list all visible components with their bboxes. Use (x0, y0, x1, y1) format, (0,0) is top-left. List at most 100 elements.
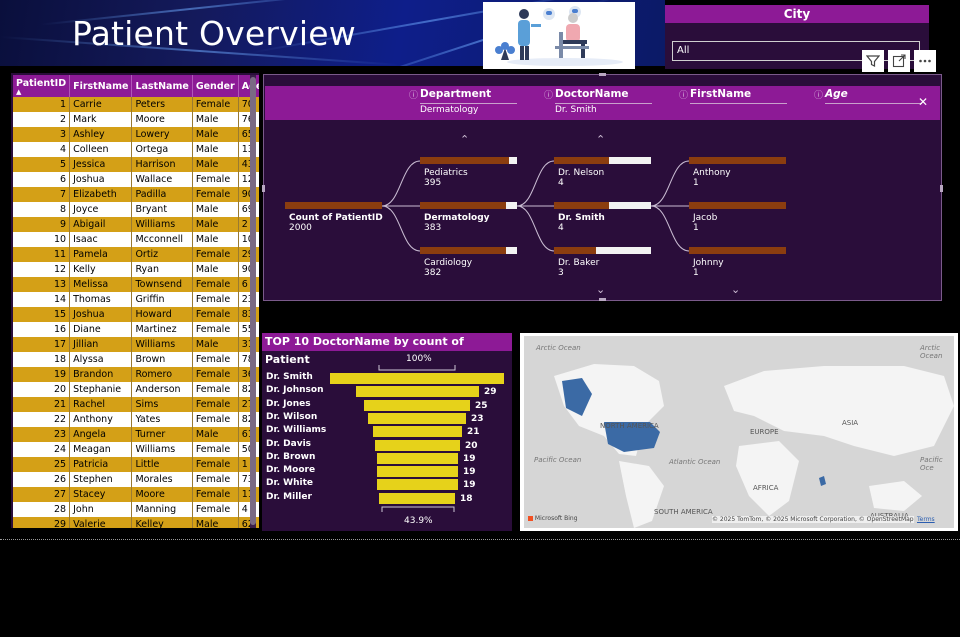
table-row[interactable]: 5 Jessica Harrison Male 43 (13, 157, 259, 172)
funnel-category-label: Dr. Williams (266, 425, 327, 435)
filter-icon[interactable] (862, 50, 884, 72)
table-cell-firstname: Rachel (69, 397, 133, 412)
decomp-department-bar-fill (420, 202, 506, 209)
funnel-bar[interactable] (330, 373, 504, 384)
funnel-category-label: Dr. Johnson (266, 385, 324, 395)
funnel-value-label: 25 (475, 401, 488, 411)
table-row[interactable]: 26 Stephen Morales Female 73 (13, 472, 259, 487)
table-row[interactable]: 8 Joyce Bryant Male 69 (13, 202, 259, 217)
map-continent-label: AFRICA (753, 484, 779, 492)
table-row[interactable]: 16 Diane Martinez Female 55 (13, 322, 259, 337)
funnel-bar[interactable] (364, 400, 470, 411)
table-scrollbar[interactable] (250, 75, 256, 528)
funnel-top-bracket (378, 365, 456, 371)
decomp-department-bar[interactable] (420, 247, 517, 254)
column-header-gender[interactable]: Gender (192, 75, 239, 97)
table-cell-gender: Female (192, 352, 239, 367)
decomp-department-bar[interactable] (420, 157, 517, 164)
table-row[interactable]: 23 Angela Turner Male 61 (13, 427, 259, 442)
decomp-doctor-bar[interactable] (554, 247, 651, 254)
table-row[interactable]: 13 Melissa Townsend Female 6 (13, 277, 259, 292)
table-cell-patientid: 18 (13, 352, 71, 367)
map-canvas[interactable]: Arctic Ocean Arctic Ocean Pacific Ocean … (524, 336, 954, 528)
decomp-doctor-label: Dr. Nelson 4 (558, 168, 604, 188)
patient-map[interactable]: Arctic Ocean Arctic Ocean Pacific Ocean … (520, 333, 958, 531)
table-cell-firstname: Elizabeth (69, 187, 133, 202)
table-row[interactable]: 12 Kelly Ryan Male 90 (13, 262, 259, 277)
decomp-firstname-bar[interactable] (689, 157, 786, 164)
table-row[interactable]: 7 Elizabeth Padilla Female 90 (13, 187, 259, 202)
column-header-patientid[interactable]: PatientID ▲ (13, 75, 71, 97)
table-cell-patientid: 23 (13, 427, 71, 442)
table-row[interactable]: 17 Jillian Williams Male 31 (13, 337, 259, 352)
city-dropdown-value: All (677, 45, 690, 56)
table-row[interactable]: 25 Patricia Little Female 1 (13, 457, 259, 472)
table-row[interactable]: 10 Isaac Mcconnell Male 10 (13, 232, 259, 247)
report-canvas: { "header": { "title": "Patient Overview… (0, 0, 960, 637)
table-row[interactable]: 19 Brandon Romero Female 36 (13, 367, 259, 382)
decomp-doctor-bar[interactable] (554, 157, 651, 164)
decomp-doctor-bar[interactable] (554, 202, 651, 209)
focus-mode-icon[interactable] (888, 50, 910, 72)
decomp-root-name: Count of PatientID (289, 213, 383, 223)
table-row[interactable]: 20 Stephanie Anderson Female 82 (13, 382, 259, 397)
table-row[interactable]: 9 Abigail Williams Male 2 (13, 217, 259, 232)
table-cell-firstname: Jessica (69, 157, 133, 172)
table-row[interactable]: 6 Joshua Wallace Female 12 (13, 172, 259, 187)
decomp-doctor-name: Dr. Smith (558, 213, 605, 223)
chart-title: TOP 10 DoctorName by count of Patient (262, 333, 512, 366)
funnel-bar[interactable] (379, 493, 455, 504)
table-cell-gender: Female (192, 367, 239, 382)
table-row[interactable]: 28 John Manning Female 4 (13, 502, 259, 517)
funnel-bar[interactable] (375, 440, 460, 451)
map-ocean-label: Pacific Ocean (534, 456, 582, 464)
decomp-department-bar[interactable] (420, 202, 517, 209)
table-row[interactable]: 4 Colleen Ortega Male 13 (13, 142, 259, 157)
scrollbar-thumb[interactable] (250, 77, 256, 525)
table-row[interactable]: 2 Mark Moore Male 76 (13, 112, 259, 127)
decomp-firstname-bar[interactable] (689, 247, 786, 254)
map-copyright: © 2025 TomTom, © 2025 Microsoft Corporat… (712, 516, 914, 523)
table-cell-firstname: Jillian (69, 337, 133, 352)
funnel-category-label: Dr. Moore (266, 465, 316, 475)
funnel-bar[interactable] (377, 479, 458, 490)
table-row[interactable]: 24 Meagan Williams Female 50 (13, 442, 259, 457)
table-cell-gender: Male (192, 112, 239, 127)
more-options-icon[interactable] (914, 50, 936, 72)
table-row[interactable]: 14 Thomas Griffin Female 23 (13, 292, 259, 307)
table-cell-gender: Female (192, 172, 239, 187)
funnel-value-label: 19 (463, 467, 476, 477)
decomp-link-department (381, 160, 421, 207)
table-cell-gender: Female (192, 247, 239, 262)
table-cell-firstname: Isaac (69, 232, 133, 247)
funnel-bar[interactable] (377, 453, 458, 464)
funnel-category-label: Dr. Miller (266, 492, 312, 502)
table-row[interactable]: 22 Anthony Yates Female 82 (13, 412, 259, 427)
table-cell-patientid: 4 (13, 142, 71, 157)
column-header-lastname[interactable]: LastName (131, 75, 193, 97)
table-row[interactable]: 1 Carrie Peters Female 70 (13, 97, 259, 112)
table-cell-firstname: Kelly (69, 262, 133, 277)
map-terms-link[interactable]: Terms (917, 516, 935, 523)
decomp-department-label: Cardiology 382 (424, 258, 472, 278)
table-cell-gender: Male (192, 127, 239, 142)
table-cell-firstname: Angela (69, 427, 133, 442)
table-row[interactable]: 11 Pamela Ortiz Female 29 (13, 247, 259, 262)
decomp-firstname-bar[interactable] (689, 202, 786, 209)
table-row[interactable]: 21 Rachel Sims Female 27 (13, 397, 259, 412)
table-cell-patientid: 25 (13, 457, 71, 472)
funnel-top-percent: 100% (406, 354, 432, 364)
funnel-bar[interactable] (377, 466, 458, 477)
funnel-bar[interactable] (373, 426, 462, 437)
table-row[interactable]: 15 Joshua Howard Female 83 (13, 307, 259, 322)
table-row[interactable]: 29 Valerie Kelley Male 62 (13, 517, 259, 528)
table-row[interactable]: 27 Stacey Moore Female 11 (13, 487, 259, 502)
table-row[interactable]: 18 Alyssa Brown Female 78 (13, 352, 259, 367)
column-header-firstname[interactable]: FirstName (69, 75, 133, 97)
decomp-root-bar[interactable] (285, 202, 382, 209)
map-ocean-label: Atlantic Ocean (669, 458, 721, 466)
table-row[interactable]: 3 Ashley Lowery Male 65 (13, 127, 259, 142)
funnel-bar[interactable] (356, 386, 479, 397)
table-cell-patientid: 14 (13, 292, 71, 307)
funnel-bar[interactable] (368, 413, 466, 424)
